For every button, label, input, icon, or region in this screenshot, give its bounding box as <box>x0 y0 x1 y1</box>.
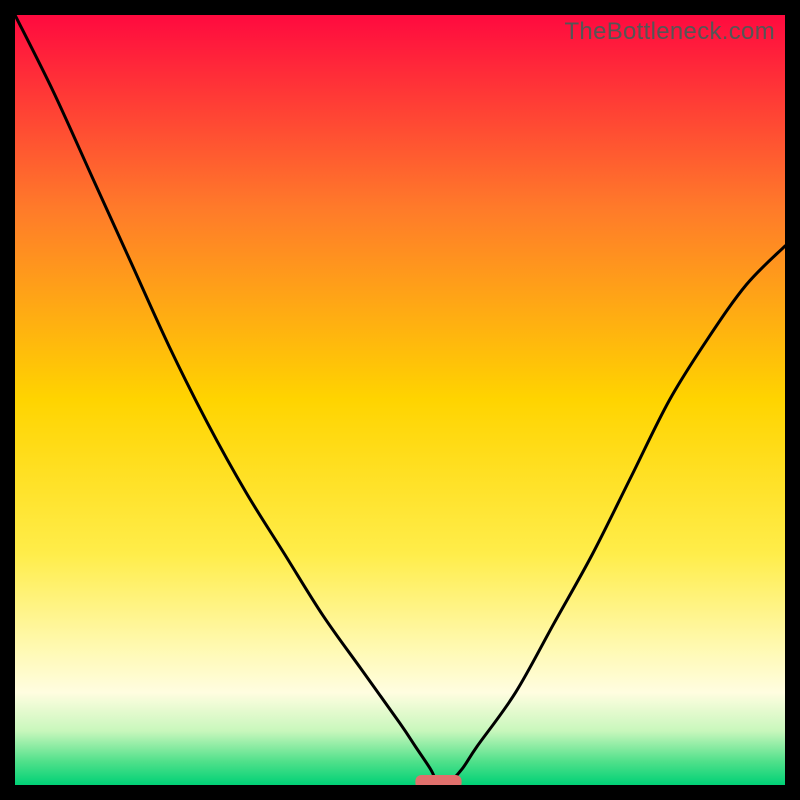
optimal-marker <box>415 775 461 785</box>
watermark-text: TheBottleneck.com <box>564 18 775 46</box>
bottleneck-chart <box>15 15 785 785</box>
chart-frame: TheBottleneck.com <box>15 15 785 785</box>
